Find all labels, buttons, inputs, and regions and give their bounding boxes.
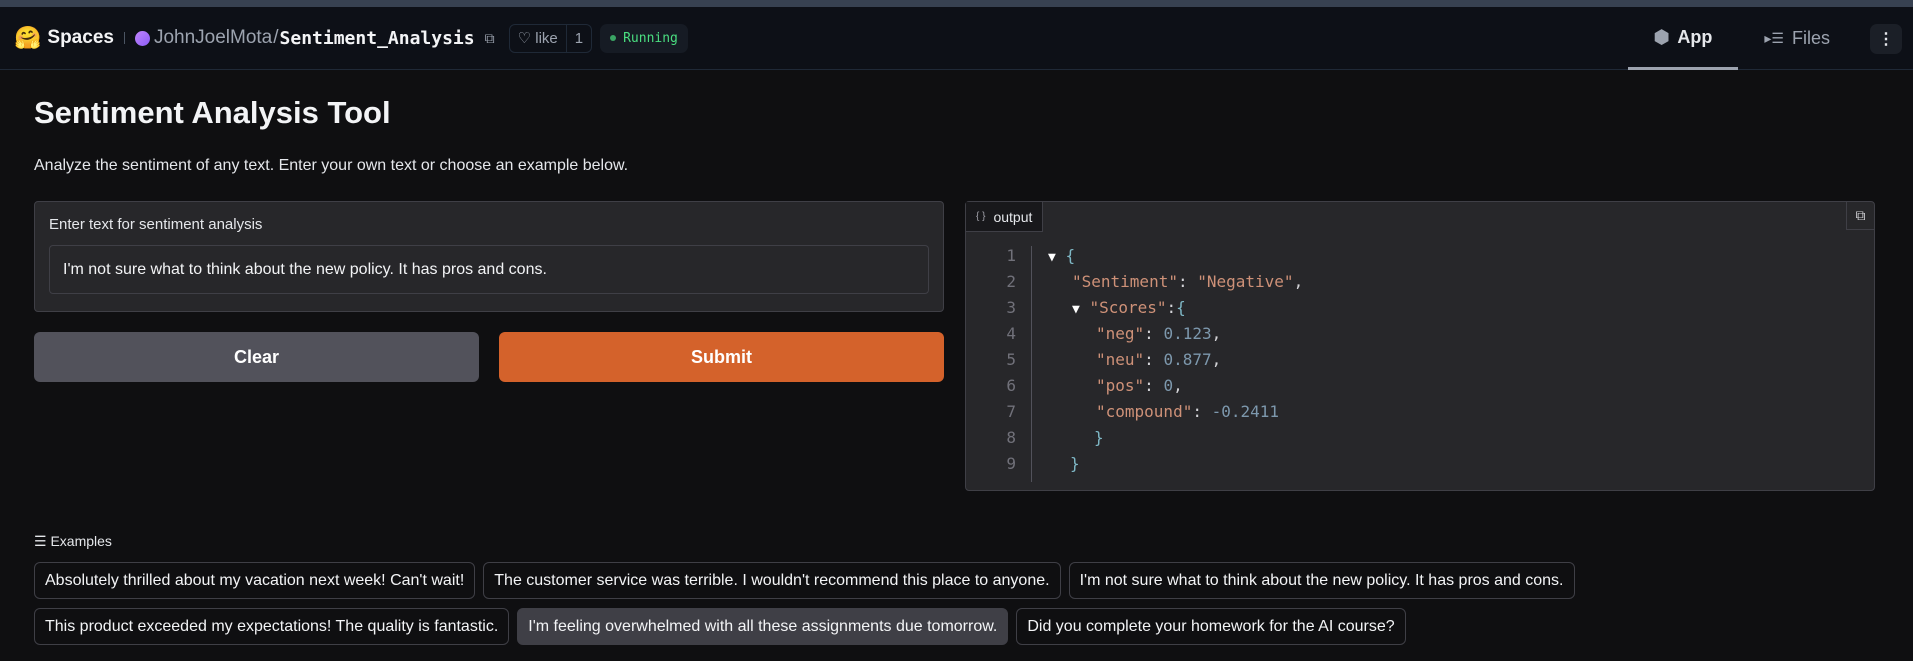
line-number: 9 bbox=[1006, 454, 1016, 473]
like-button[interactable]: ♡ like 1 bbox=[508, 23, 593, 53]
text-input-block: Enter text for sentiment analysis bbox=[34, 201, 944, 312]
example-item[interactable]: Absolutely thrilled about my vacation ne… bbox=[34, 562, 476, 599]
more-menu-button[interactable]: ⋮ bbox=[1870, 23, 1902, 54]
tab-app[interactable]: ⬢ App bbox=[1627, 7, 1739, 70]
example-item[interactable]: I'm not sure what to think about the new… bbox=[1068, 562, 1575, 599]
space-nav: ⬢ App ▸☰ Files ⋮ bbox=[1627, 7, 1913, 70]
files-icon: ▸☰ bbox=[1764, 30, 1784, 46]
line-number: 6 bbox=[1006, 376, 1016, 395]
json-key: "neu" bbox=[1096, 350, 1145, 369]
repo-name-link[interactable]: Sentiment_Analysis bbox=[280, 28, 475, 49]
json-value: 0.877 bbox=[1163, 350, 1212, 369]
json-key: "compound" bbox=[1096, 402, 1193, 421]
line-number: 2 bbox=[1006, 272, 1016, 291]
gutter-line bbox=[1031, 246, 1032, 482]
json-key: "neg" bbox=[1096, 324, 1145, 343]
examples-label: ☰ Examples bbox=[34, 533, 112, 549]
like-count: 1 bbox=[565, 24, 591, 52]
submit-button[interactable]: Submit bbox=[499, 332, 944, 382]
spaces-link[interactable]: Spaces bbox=[47, 27, 114, 49]
line-number: 5 bbox=[1006, 350, 1016, 369]
example-item[interactable]: Did you complete your homework for the A… bbox=[1016, 608, 1406, 645]
divider bbox=[123, 32, 125, 44]
space-header: 🤗 Spaces JohnJoelMota / Sentiment_Analys… bbox=[0, 7, 1913, 70]
json-value: 0 bbox=[1163, 376, 1174, 395]
json-braces-icon: { } bbox=[976, 211, 986, 222]
huggingface-logo-icon[interactable]: 🤗 bbox=[14, 25, 41, 51]
owner-avatar bbox=[134, 30, 150, 46]
output-json-panel: { } output ⧉ 1 2 3 4 5 6 7 8 9 ▼ { "Senti… bbox=[965, 201, 1875, 491]
collapse-toggle-icon[interactable]: ▼ bbox=[1048, 250, 1056, 265]
json-value: "Negative" bbox=[1197, 272, 1294, 291]
browser-top-strip bbox=[0, 0, 1913, 7]
examples-row: This product exceeded my expectations! T… bbox=[34, 608, 1406, 645]
line-number: 1 bbox=[1006, 246, 1016, 265]
json-key: "Scores" bbox=[1089, 298, 1167, 317]
copy-icon[interactable]: ⧉ bbox=[485, 30, 495, 47]
line-number: 4 bbox=[1006, 324, 1016, 343]
input-label: Enter text for sentiment analysis bbox=[49, 216, 263, 233]
tab-files[interactable]: ▸☰ Files bbox=[1738, 7, 1856, 70]
line-number: 7 bbox=[1006, 402, 1016, 421]
sentiment-text-input[interactable] bbox=[49, 245, 929, 294]
clear-button[interactable]: Clear bbox=[34, 332, 479, 382]
cube-icon: ⬢ bbox=[1653, 26, 1670, 47]
status-dot-icon bbox=[610, 35, 617, 41]
json-key: "pos" bbox=[1096, 376, 1145, 395]
json-key: "Sentiment" bbox=[1072, 272, 1178, 291]
examples-row: Absolutely thrilled about my vacation ne… bbox=[34, 562, 1575, 599]
collapse-toggle-icon[interactable]: ▼ bbox=[1072, 302, 1080, 317]
list-icon: ☰ bbox=[34, 533, 47, 549]
status-badge: Running bbox=[600, 23, 688, 53]
page-title: Sentiment Analysis Tool bbox=[34, 95, 391, 130]
status-text: Running bbox=[623, 30, 678, 46]
copy-output-button[interactable]: ⧉ bbox=[1846, 202, 1874, 230]
heart-icon: ♡ bbox=[517, 30, 532, 47]
like-label: ♡ like bbox=[517, 30, 558, 47]
path-separator: / bbox=[273, 27, 279, 48]
line-number: 8 bbox=[1006, 428, 1016, 447]
json-value: -0.2411 bbox=[1211, 402, 1280, 421]
line-number: 3 bbox=[1006, 298, 1016, 317]
example-item[interactable]: This product exceeded my expectations! T… bbox=[34, 608, 510, 645]
json-value: 0.123 bbox=[1163, 324, 1212, 343]
page-description: Analyze the sentiment of any text. Enter… bbox=[34, 157, 629, 174]
owner-link[interactable]: JohnJoelMota bbox=[154, 27, 272, 49]
output-label: { } output bbox=[966, 202, 1044, 232]
example-item[interactable]: The customer service was terrible. I wou… bbox=[483, 562, 1061, 599]
example-item[interactable]: I'm feeling overwhelmed with all these a… bbox=[517, 608, 1009, 645]
